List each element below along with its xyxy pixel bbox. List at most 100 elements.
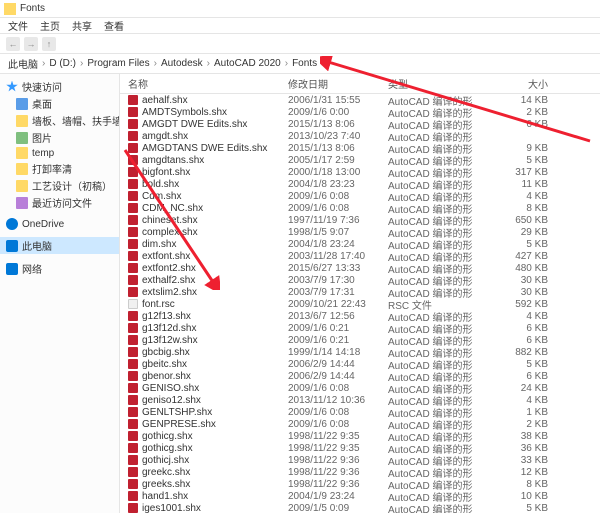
crumb-autodesk[interactable]: Autodesk bbox=[161, 58, 203, 69]
shx-file-icon bbox=[128, 335, 138, 345]
crumb-d[interactable]: D (D:) bbox=[49, 58, 76, 69]
file-row[interactable]: GENPRESE.shx2009/1/6 0:08AutoCAD 编译的形2 K… bbox=[120, 418, 600, 430]
file-row[interactable]: amgdtans.shx2005/1/17 2:59AutoCAD 编译的形5 … bbox=[120, 154, 600, 166]
sidebar-label: 快速访问 bbox=[22, 79, 62, 94]
file-row[interactable]: bold.shx2004/1/8 23:23AutoCAD 编译的形11 KB bbox=[120, 178, 600, 190]
sidebar-item[interactable]: temp bbox=[0, 146, 119, 160]
shx-file-icon bbox=[128, 407, 138, 417]
file-list: 名称 修改日期 类型 大小 aehalf.shx2006/1/31 15:55A… bbox=[120, 74, 600, 513]
file-row[interactable]: greekc.shx1998/11/22 9:36AutoCAD 编译的形12 … bbox=[120, 466, 600, 478]
file-row[interactable]: Cdm.shx2009/1/6 0:08AutoCAD 编译的形4 KB bbox=[120, 190, 600, 202]
file-row[interactable]: gothicg.shx1998/11/22 9:35AutoCAD 编译的形38… bbox=[120, 430, 600, 442]
sidebar-network[interactable]: 网络 bbox=[0, 260, 119, 277]
file-row[interactable]: AMGDT DWE Edits.shx2015/1/13 8:06AutoCAD… bbox=[120, 118, 600, 130]
toolbar: ← → ↑ bbox=[0, 34, 600, 54]
sidebar-item[interactable]: 桌面 bbox=[0, 95, 119, 112]
crumb-autocad[interactable]: AutoCAD 2020 bbox=[214, 58, 281, 69]
file-row[interactable]: g13f12d.shx2009/1/6 0:21AutoCAD 编译的形6 KB bbox=[120, 322, 600, 334]
sidebar: 快速访问 桌面墙板、墙帽、扶手墙填料8.11图片temp打卸率清工艺设计（初稿）… bbox=[0, 74, 120, 513]
file-row[interactable]: exthalf2.shx2003/7/9 17:30AutoCAD 编译的形30… bbox=[120, 274, 600, 286]
file-name: geniso12.shx bbox=[142, 395, 288, 406]
file-row[interactable]: gothicj.shx1998/11/22 9:36AutoCAD 编译的形33… bbox=[120, 454, 600, 466]
sidebar-quickaccess[interactable]: 快速访问 bbox=[0, 78, 119, 95]
file-row[interactable]: g12f13.shx2013/6/7 12:56AutoCAD 编译的形4 KB bbox=[120, 310, 600, 322]
file-row[interactable]: font.rsc2009/10/21 22:43RSC 文件592 KB bbox=[120, 298, 600, 310]
shx-file-icon bbox=[128, 179, 138, 189]
menu-home[interactable]: 主页 bbox=[40, 18, 60, 33]
file-row[interactable]: hand1.shx2004/1/9 23:24AutoCAD 编译的形10 KB bbox=[120, 490, 600, 502]
file-row[interactable]: gbenor.shx2006/2/9 14:44AutoCAD 编译的形6 KB bbox=[120, 370, 600, 382]
file-name: GENLTSHP.shx bbox=[142, 407, 288, 418]
shx-file-icon bbox=[128, 107, 138, 117]
col-type[interactable]: 类型 bbox=[388, 76, 488, 91]
sidebar-item-label: 图片 bbox=[32, 130, 52, 145]
col-name[interactable]: 名称 bbox=[128, 76, 288, 91]
menu-share[interactable]: 共享 bbox=[72, 18, 92, 33]
file-row[interactable]: geniso12.shx2013/11/12 10:36AutoCAD 编译的形… bbox=[120, 394, 600, 406]
file-row[interactable]: complex.shx1998/1/5 9:07AutoCAD 编译的形29 K… bbox=[120, 226, 600, 238]
sidebar-item[interactable]: 墙板、墙帽、扶手墙填料8.11 bbox=[0, 112, 119, 129]
file-row[interactable]: extfont.shx2003/11/28 17:40AutoCAD 编译的形4… bbox=[120, 250, 600, 262]
crumb-thispc[interactable]: 此电脑 bbox=[8, 56, 38, 71]
file-row[interactable]: chineset.shx1997/11/19 7:36AutoCAD 编译的形6… bbox=[120, 214, 600, 226]
nav-up-button[interactable]: ↑ bbox=[42, 37, 56, 51]
menu-view[interactable]: 查看 bbox=[104, 18, 124, 33]
file-row[interactable]: g13f12w.shx2009/1/6 0:21AutoCAD 编译的形6 KB bbox=[120, 334, 600, 346]
shx-file-icon bbox=[128, 155, 138, 165]
sidebar-item[interactable]: 工艺设计（初稿） bbox=[0, 177, 119, 194]
file-name: AMGDTANS DWE Edits.shx bbox=[142, 143, 288, 154]
file-date: 2003/11/28 17:40 bbox=[288, 251, 388, 262]
file-name: GENPRESE.shx bbox=[142, 419, 288, 430]
folder-icon bbox=[16, 132, 28, 144]
rsc-file-icon bbox=[128, 299, 138, 309]
file-date: 2009/1/6 0:08 bbox=[288, 191, 388, 202]
cloud-icon bbox=[6, 218, 18, 230]
file-row[interactable]: AMGDTANS DWE Edits.shx2015/1/13 8:06Auto… bbox=[120, 142, 600, 154]
sidebar-item[interactable]: 打卸率清 bbox=[0, 160, 119, 177]
file-row[interactable]: extslim2.shx2003/7/9 17:31AutoCAD 编译的形30… bbox=[120, 286, 600, 298]
crumb-fonts[interactable]: Fonts bbox=[292, 58, 317, 69]
col-date[interactable]: 修改日期 bbox=[288, 76, 388, 91]
menu-file[interactable]: 文件 bbox=[8, 18, 28, 33]
crumb-programfiles[interactable]: Program Files bbox=[87, 58, 149, 69]
folder-icon bbox=[16, 163, 28, 175]
file-row[interactable]: extfont2.shx2015/6/27 13:33AutoCAD 编译的形4… bbox=[120, 262, 600, 274]
sidebar-thispc[interactable]: 此电脑 bbox=[0, 237, 119, 254]
file-size: 650 KB bbox=[488, 215, 548, 226]
file-name: greekc.shx bbox=[142, 467, 288, 478]
sidebar-onedrive[interactable]: OneDrive bbox=[0, 217, 119, 231]
shx-file-icon bbox=[128, 311, 138, 321]
file-row[interactable]: gbeitc.shx2006/2/9 14:44AutoCAD 编译的形5 KB bbox=[120, 358, 600, 370]
file-name: gbeitc.shx bbox=[142, 359, 288, 370]
file-row[interactable]: aehalf.shx2006/1/31 15:55AutoCAD 编译的形14 … bbox=[120, 94, 600, 106]
file-row[interactable]: gothicg.shx1998/11/22 9:35AutoCAD 编译的形36… bbox=[120, 442, 600, 454]
file-date: 2003/7/9 17:30 bbox=[288, 275, 388, 286]
file-row[interactable]: dim.shx2004/1/8 23:24AutoCAD 编译的形5 KB bbox=[120, 238, 600, 250]
file-row[interactable]: iges1001.shx2009/1/5 0:09AutoCAD 编译的形5 K… bbox=[120, 502, 600, 513]
sidebar-item[interactable]: 图片 bbox=[0, 129, 119, 146]
file-row[interactable]: AMDTSymbols.shx2009/1/6 0:00AutoCAD 编译的形… bbox=[120, 106, 600, 118]
sidebar-item-label: 最近访问文件 bbox=[32, 195, 92, 210]
file-size: 592 KB bbox=[488, 299, 548, 310]
file-row[interactable]: bigfont.shx2000/1/18 13:00AutoCAD 编译的形31… bbox=[120, 166, 600, 178]
folder-icon bbox=[16, 147, 28, 159]
file-row[interactable]: GENLTSHP.shx2009/1/6 0:08AutoCAD 编译的形1 K… bbox=[120, 406, 600, 418]
file-date: 1998/11/22 9:35 bbox=[288, 431, 388, 442]
file-row[interactable]: gbcbig.shx1999/1/14 14:18AutoCAD 编译的形882… bbox=[120, 346, 600, 358]
file-row[interactable]: amgdt.shx2013/10/23 7:40AutoCAD 编译的形 bbox=[120, 130, 600, 142]
file-row[interactable]: CDM_NC.shx2009/1/6 0:08AutoCAD 编译的形8 KB bbox=[120, 202, 600, 214]
file-name: dim.shx bbox=[142, 239, 288, 250]
file-date: 2015/1/13 8:06 bbox=[288, 143, 388, 154]
file-date: 1998/11/22 9:36 bbox=[288, 479, 388, 490]
file-name: exthalf2.shx bbox=[142, 275, 288, 286]
folder-icon bbox=[4, 3, 16, 15]
sidebar-item-label: 工艺设计（初稿） bbox=[32, 178, 112, 193]
file-row[interactable]: greeks.shx1998/11/22 9:36AutoCAD 编译的形8 K… bbox=[120, 478, 600, 490]
sidebar-item[interactable]: 最近访问文件 bbox=[0, 194, 119, 211]
file-row[interactable]: GENISO.shx2009/1/6 0:08AutoCAD 编译的形24 KB bbox=[120, 382, 600, 394]
breadcrumb[interactable]: 此电脑› D (D:)› Program Files› Autodesk› Au… bbox=[0, 54, 600, 74]
nav-forward-button[interactable]: → bbox=[24, 37, 38, 51]
file-name: amgdt.shx bbox=[142, 131, 288, 142]
col-size[interactable]: 大小 bbox=[488, 76, 548, 91]
nav-back-button[interactable]: ← bbox=[6, 37, 20, 51]
